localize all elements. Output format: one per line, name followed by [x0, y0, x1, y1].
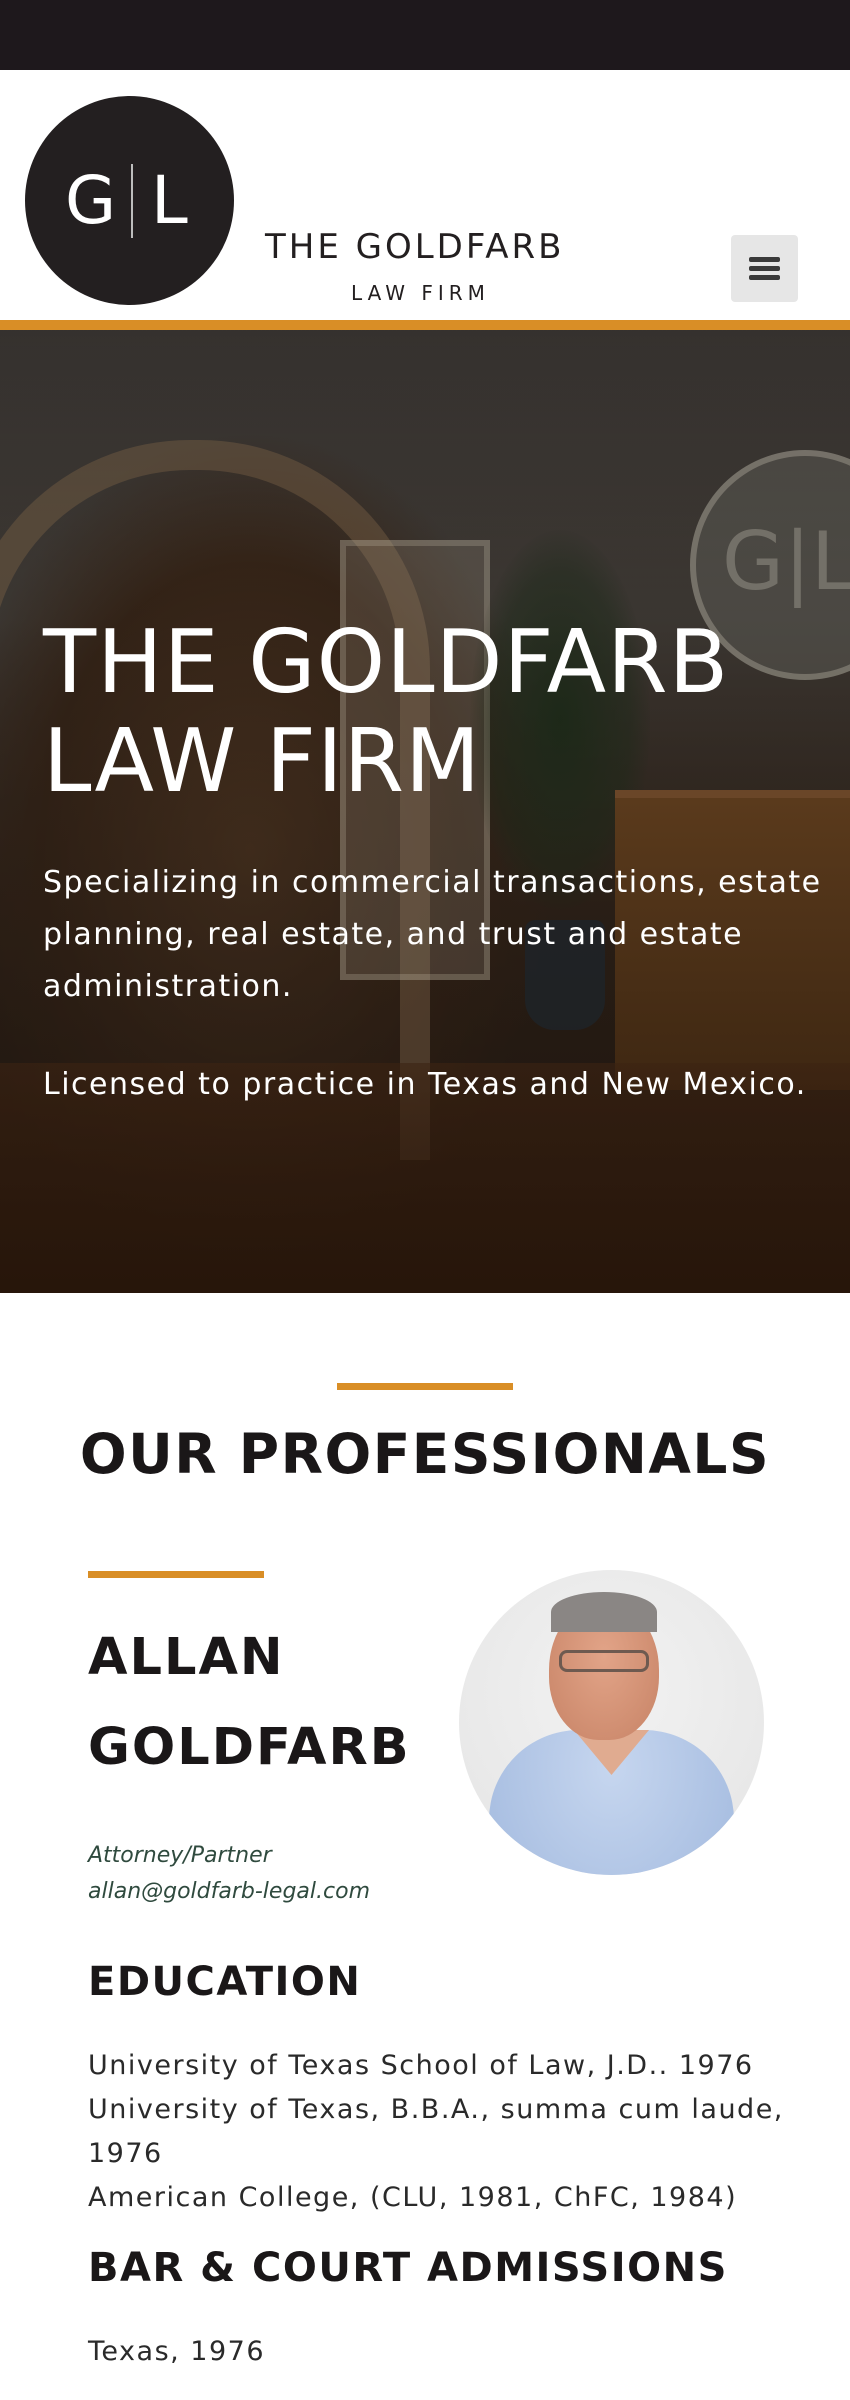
- site-header: G L THE GOLDFARB LAW FIRM: [0, 70, 850, 330]
- education-list: University of Texas School of Law, J.D..…: [88, 2044, 788, 2220]
- bar-admissions-heading: BAR & COURT ADMISSIONS: [88, 2245, 728, 2291]
- name-accent-bar: [88, 1571, 264, 1578]
- logo-divider: [131, 164, 133, 238]
- professionals-section: OUR PROFESSIONALS ALLAN GOLDFARB Attorne…: [0, 1293, 850, 2367]
- logo-letter-l: L: [151, 161, 188, 239]
- top-bar: [0, 0, 850, 70]
- hero-bg-wall-logo-text: G|L: [722, 515, 850, 608]
- education-item: University of Texas, B.B.A., summa cum l…: [88, 2094, 784, 2169]
- section-accent-bar: [337, 1383, 513, 1390]
- professional-email-link[interactable]: allan@goldfarb-legal.com: [88, 1881, 370, 1903]
- hero-title: THE GOLDFARB LAW FIRM: [43, 611, 730, 812]
- section-title: OUR PROFESSIONALS: [79, 1422, 771, 1486]
- professional-role: Attorney/Partner: [88, 1843, 272, 1868]
- bar-admission-item: Texas, 1976: [88, 2336, 266, 2367]
- brand-subtitle: LAW FIRM: [351, 281, 490, 305]
- logo[interactable]: G L: [25, 96, 234, 305]
- professional-photo: [459, 1570, 764, 1875]
- hamburger-menu-icon[interactable]: [731, 235, 798, 302]
- brand-name: THE GOLDFARB: [265, 227, 565, 267]
- hero-paragraph-specialties: Specializing in commercial transactions,…: [43, 865, 822, 1004]
- education-heading: EDUCATION: [88, 1959, 362, 2005]
- professional-name: ALLAN GOLDFARB: [88, 1628, 411, 1777]
- logo-letter-g: G: [65, 161, 117, 239]
- education-item: University of Texas School of Law, J.D..…: [88, 2050, 754, 2081]
- education-item: American College, (CLU, 1981, ChFC, 1984…: [88, 2182, 738, 2213]
- hero-section: G|L THE GOLDFARB LAW FIRM Specializing i…: [0, 330, 850, 1293]
- hero-paragraph-licensing: Licensed to practice in Texas and New Me…: [43, 1067, 807, 1102]
- bar-admissions-list: Texas, 1976: [88, 2330, 788, 2374]
